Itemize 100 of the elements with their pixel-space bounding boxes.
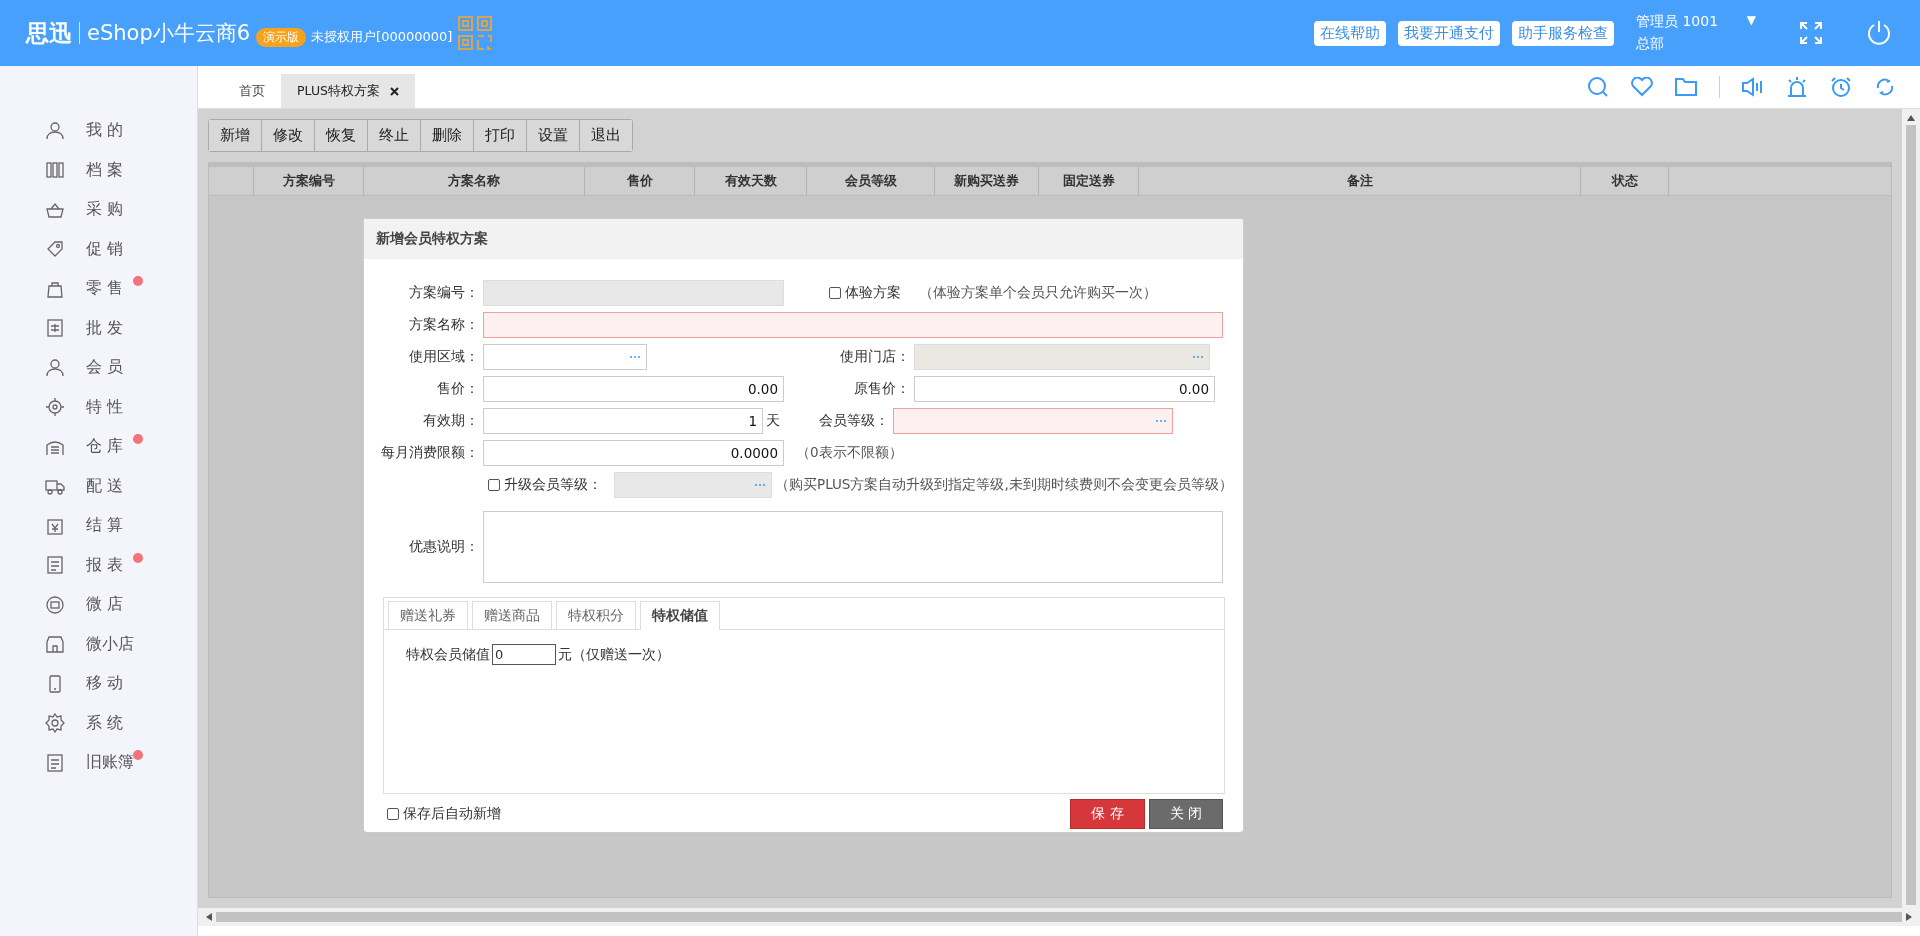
receipt-icon [45,318,65,339]
search-icon[interactable] [1587,76,1609,98]
column-header[interactable]: 备注 [1139,167,1581,195]
books-icon [45,160,65,181]
heart-icon[interactable] [1631,77,1653,97]
description-textarea[interactable] [483,511,1223,583]
scroll-up-arrow-icon[interactable] [1907,115,1915,121]
column-header[interactable]: 状态 [1581,167,1669,195]
more-icon[interactable] [754,483,766,487]
field-label: 使用区域： [408,348,479,366]
qr-code-icon[interactable] [458,16,493,50]
field-label: 使用门店： [839,348,910,366]
hint-text: （0表示不限额） [796,444,903,462]
sidebar-item[interactable]: 系 统 [0,703,197,743]
sidebar-item[interactable]: 我 的 [0,111,197,151]
sidebar-item[interactable]: 批 发 [0,308,197,348]
shop-icon [45,594,65,615]
storefront-icon [45,634,65,655]
column-header[interactable]: 固定送券 [1039,167,1139,195]
tab[interactable]: 赠送商品 [472,601,552,629]
original-price-field[interactable]: 0.00 [914,376,1215,402]
tab[interactable]: 首页 [223,74,281,108]
sidebar-item[interactable]: 移 动 [0,664,197,704]
column-header[interactable]: 新购买送券 [935,167,1039,195]
target-icon [45,397,65,418]
member-level-picker-field[interactable] [893,408,1173,434]
unit-text: 天 [766,412,781,430]
alarm-clock-icon[interactable] [1830,76,1852,98]
header-button[interactable]: 我要开通支付 [1398,20,1500,46]
sidebar-item[interactable]: 微 店 [0,585,197,625]
power-icon[interactable] [1866,20,1892,46]
field-label: 优惠说明： [408,538,479,556]
sidebar-item[interactable]: 会 员 [0,348,197,388]
field-label: 售价： [436,380,479,398]
field-label: 原售价： [853,380,910,398]
column-header[interactable]: 售价 [585,167,695,195]
person-icon [45,357,65,378]
sidebar-item[interactable]: 零 售 [0,269,197,309]
toolbar-button[interactable]: 新增 [209,120,262,151]
field-label: 特权会员储值 [406,645,490,664]
auto-new-checkbox[interactable]: 保存后自动新增 [387,805,501,823]
price-field[interactable]: 0.00 [483,376,784,402]
header-button[interactable]: 在线帮助 [1314,20,1386,46]
monthly-limit-field[interactable]: 0.0000 [483,440,784,466]
field-label: 每月消费限额： [380,444,479,462]
area-picker-field[interactable] [483,344,647,370]
dialog-button[interactable]: 保 存 [1070,799,1145,829]
document-icon [45,752,65,773]
settings-icon [45,713,65,734]
hint-text: 元（仅赠送一次） [558,645,670,664]
tab[interactable]: 特权积分 [556,601,636,629]
sidebar-item[interactable]: 采 购 [0,190,197,230]
tab[interactable]: PLUS特权方案 [281,74,415,108]
fullscreen-icon[interactable] [1800,22,1822,44]
stored-value-field[interactable]: 0 [492,644,556,665]
sidebar-item[interactable]: 档 案 [0,150,197,190]
document-icon [45,555,65,576]
sidebar-item[interactable]: 结 算 [0,506,197,546]
column-header[interactable]: 方案编号 [254,167,364,195]
branch-name: 总部 [1636,35,1665,53]
refresh-icon[interactable] [1874,76,1896,98]
license-text: 未授权用户[00000000] [311,28,453,46]
sidebar-item[interactable]: 报 表 [0,545,197,585]
edition-badge: 演示版 [256,27,307,47]
trial-checkbox[interactable]: 体验方案 [829,284,901,302]
horizontal-scrollbar[interactable] [198,908,1920,926]
tab[interactable]: 特权储值 [640,601,720,630]
sidebar-item[interactable]: 配 送 [0,466,197,506]
more-icon[interactable] [1155,419,1167,423]
column-header[interactable]: 方案名称 [364,167,585,195]
speaker-icon[interactable] [1742,77,1764,97]
close-icon[interactable] [389,86,399,96]
plan-name-field[interactable] [483,312,1223,338]
product-name: eShop小牛云商6 [87,20,251,47]
sidebar-item[interactable]: 仓 库 [0,427,197,467]
scroll-right-arrow-icon[interactable] [1906,913,1912,921]
field-label: 会员等级： [818,412,889,430]
header-button[interactable]: 助手服务检查 [1512,20,1614,46]
person-icon [45,120,65,141]
sidebar-item[interactable]: 促 销 [0,229,197,269]
dialog-title: 新增会员特权方案 [364,219,1243,259]
column-header[interactable]: 会员等级 [807,167,935,195]
siren-icon[interactable] [1786,76,1808,98]
folder-icon[interactable] [1675,77,1697,97]
field-label: 方案名称： [408,316,479,334]
vertical-scrollbar[interactable] [1902,109,1920,908]
validity-field[interactable]: 1 [483,408,763,434]
upgrade-checkbox[interactable]: 升级会员等级： [488,476,602,494]
scroll-left-arrow-icon[interactable] [206,913,212,921]
more-icon[interactable] [629,355,641,359]
sidebar-item[interactable]: 特 性 [0,387,197,427]
sidebar-item[interactable]: 微小店 [0,624,197,664]
tab[interactable]: 赠送礼券 [388,601,468,629]
user-name: 管理员 1001 [1636,13,1719,31]
field-label: 有效期： [422,412,479,430]
dialog-button[interactable]: 关 闭 [1148,799,1223,829]
upgrade-level-picker-field[interactable] [614,472,772,498]
column-header[interactable]: 有效天数 [695,167,807,195]
sidebar-item[interactable]: 旧账簿 [0,743,197,783]
hint-text: （购买PLUS方案自动升级到指定等级,未到期时续费则不会变更会员等级） [775,476,1233,494]
